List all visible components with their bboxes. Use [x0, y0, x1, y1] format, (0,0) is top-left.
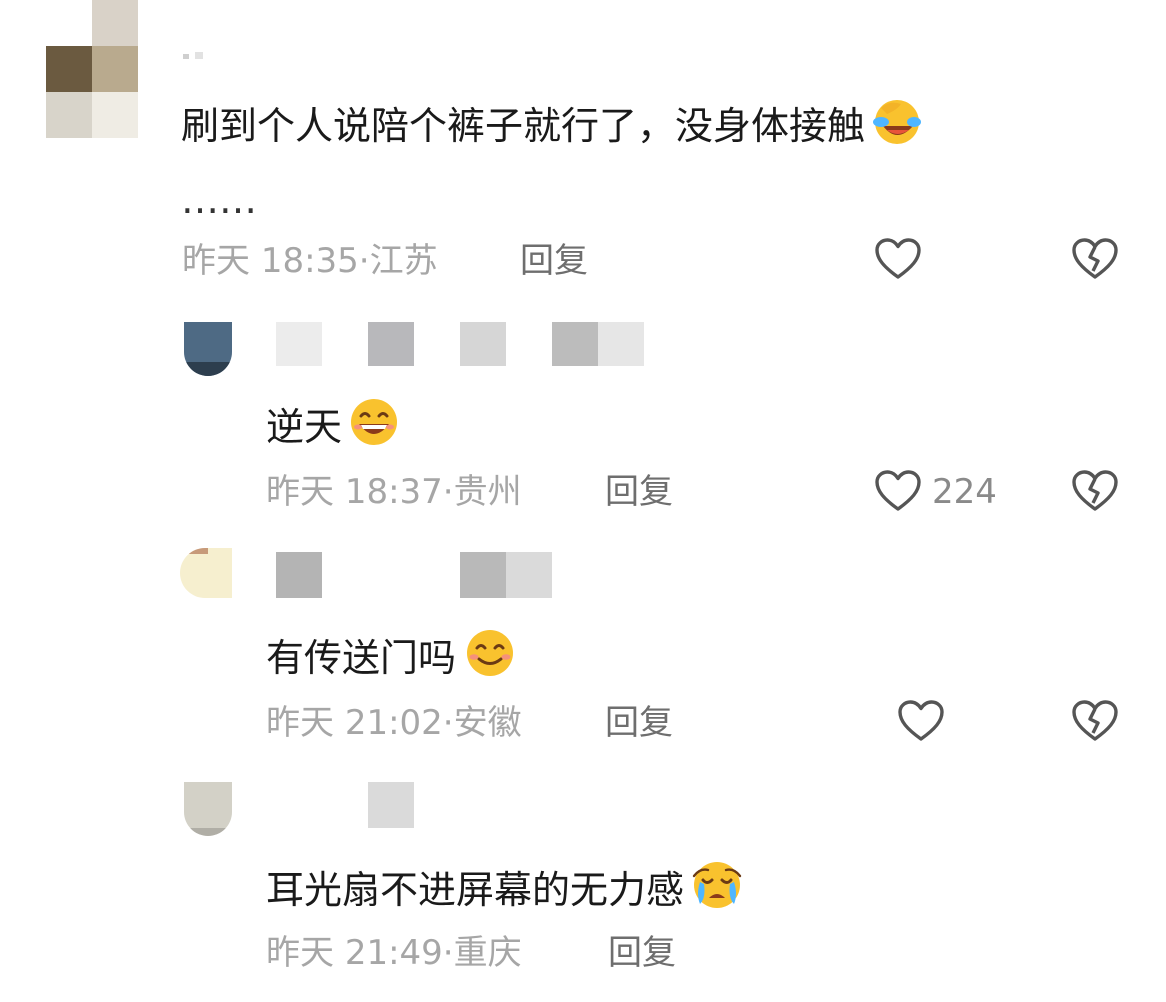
comment-meta: 昨天 18:35·江苏 — [182, 241, 438, 281]
avatar[interactable] — [184, 322, 232, 376]
comment-meta: 昨天 21:49·重庆 — [266, 933, 522, 973]
reply-button[interactable]: 回复 — [605, 472, 673, 512]
comment-text: 耳光扇不进屏幕的无力感 — [266, 858, 748, 921]
username-redacted[interactable] — [276, 322, 646, 366]
comment-text: 有传送门吗 — [266, 627, 520, 688]
comment-thread: 刷到个人说陪个裤子就行了，没身体接触 …… 昨天 18:35·江苏 回复 逆天 … — [0, 0, 1166, 1002]
comment-text: 刷到个人说陪个裤子就行了，没身体接触 — [181, 96, 925, 155]
avatar[interactable] — [180, 548, 232, 598]
username-redacted[interactable] — [368, 782, 414, 828]
heart-outline-icon[interactable] — [874, 469, 922, 517]
grinning-emoji-icon — [344, 396, 404, 457]
heart-outline-icon[interactable] — [874, 237, 922, 285]
comment-text-continuation: …… — [181, 178, 257, 222]
reply-button[interactable]: 回复 — [608, 933, 676, 973]
username-redacted[interactable] — [276, 552, 556, 598]
like-count: 224 — [932, 472, 997, 512]
laughing-emoji-icon — [867, 96, 925, 155]
smiling-emoji-icon — [458, 627, 520, 688]
heart-outline-icon[interactable] — [897, 699, 945, 747]
reply-button[interactable]: 回复 — [605, 703, 673, 743]
reply-button[interactable]: 回复 — [520, 241, 588, 281]
username-redacted[interactable] — [183, 52, 207, 60]
avatar[interactable] — [46, 0, 138, 138]
broken-heart-icon[interactable] — [1071, 469, 1119, 517]
comment-meta: 昨天 21:02·安徽 — [266, 703, 522, 743]
broken-heart-icon[interactable] — [1071, 699, 1119, 747]
comment-text: 逆天 — [266, 396, 404, 457]
comment-meta: 昨天 18:37·贵州 — [266, 472, 522, 512]
avatar[interactable] — [184, 782, 232, 836]
broken-heart-icon[interactable] — [1071, 237, 1119, 285]
crying-emoji-icon — [686, 858, 748, 921]
